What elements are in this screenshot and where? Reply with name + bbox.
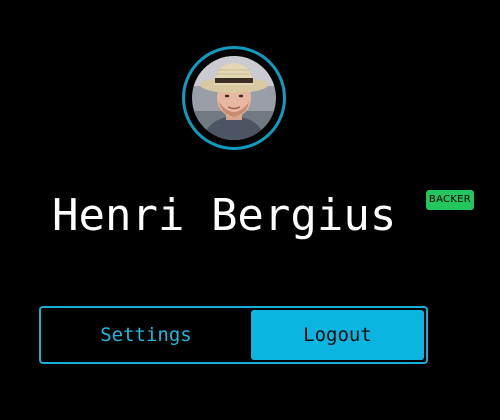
avatar (192, 56, 276, 140)
avatar-photo (192, 56, 276, 140)
settings-button[interactable]: Settings (43, 310, 249, 360)
profile-name: Henri Bergius (52, 190, 397, 241)
account-actions: Settings Logout (39, 306, 428, 364)
logout-button[interactable]: Logout (251, 310, 424, 360)
profile-panel: Henri Bergius BACKER Settings Logout (0, 0, 500, 420)
backer-badge: BACKER (426, 190, 474, 210)
avatar-frame (182, 46, 286, 150)
